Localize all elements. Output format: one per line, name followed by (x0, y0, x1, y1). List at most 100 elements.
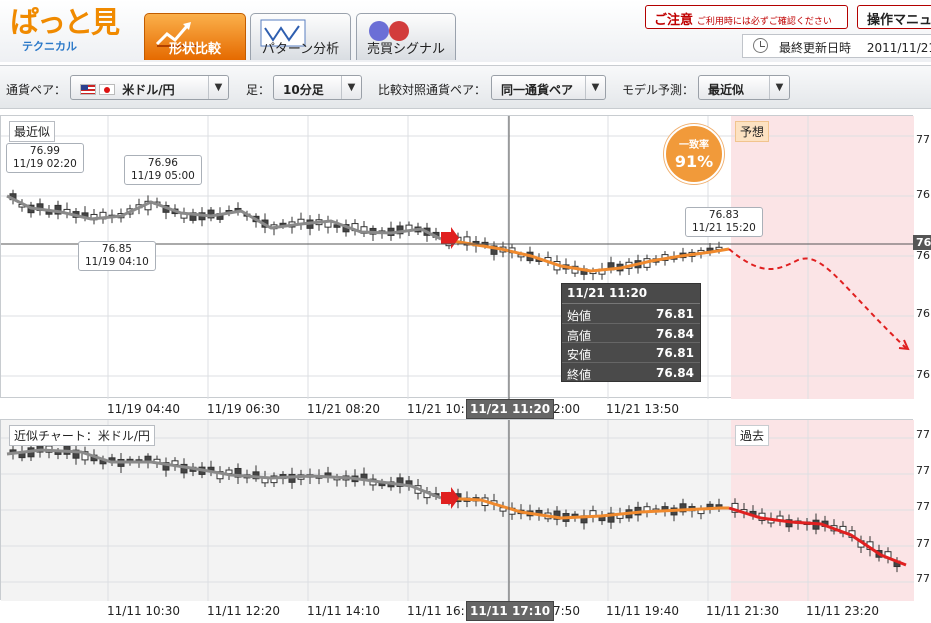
clock-icon (753, 38, 768, 53)
y-tick-label: 77 (916, 537, 930, 550)
price-callout: 76.85 11/19 04:10 (78, 241, 156, 271)
bottom-x-axis: 11/11 10:30 11/11 12:20 11/11 14:10 11/1… (0, 600, 913, 622)
manual-button[interactable]: 操作マニュ (857, 5, 931, 29)
updated-label: 最終更新日時 (779, 41, 852, 55)
tab-pattern-analysis[interactable]: パターン分析 (250, 13, 351, 60)
tab-shape-compare[interactable]: 形状比較 (144, 13, 246, 60)
candle-body (45, 211, 53, 215)
tooltip-row: 始値 76.81 (562, 304, 700, 324)
bottom-chart-panel[interactable]: 近似チャート：米ドル/円 過去 (0, 419, 914, 601)
updated-value: 2011/11/21 (866, 41, 931, 55)
callout-price: 76.99 (29, 145, 60, 157)
model-label: モデル予測： (622, 83, 695, 97)
top-x-axis: 11/19 04:40 11/19 06:30 11/21 08:20 11/2… (0, 398, 913, 420)
chevron-down-icon: ▼ (769, 76, 789, 99)
x-tick-label: 7:50 (553, 604, 580, 618)
logo-main-text: ぱっと見 (10, 5, 120, 39)
chevron-down-icon: ▼ (208, 76, 228, 99)
period-label: 足： (246, 83, 271, 97)
y-tick-label: 77 (916, 572, 930, 585)
x-tick-label: 11/19 04:40 (107, 402, 180, 416)
tooltip-value: 76.81 (656, 307, 694, 321)
y-tick-label: 77 (916, 500, 930, 513)
jp-flag-icon (99, 84, 115, 95)
tooltip-value: 76.81 (656, 346, 694, 360)
current-price-marker: 76 (913, 235, 931, 250)
price-callout: 76.96 11/19 05:00 (124, 155, 202, 185)
callout-time: 11/19 02:20 (13, 158, 77, 170)
callout-time: 11/21 15:20 (692, 222, 756, 234)
x-tick-label: 11/11 10:30 (107, 604, 180, 618)
us-flag-icon (80, 84, 96, 95)
y-tick-label: 76 (916, 368, 930, 381)
forecast-label: 予想 (735, 121, 770, 142)
x-tick-label: 11/11 12:20 (207, 604, 280, 618)
x-tick-label: 11/19 06:30 (207, 402, 280, 416)
x-tick-label: 2:00 (553, 402, 580, 416)
pair-select[interactable]: 米ドル/円 ▼ (70, 75, 229, 100)
price-callout: 76.99 11/19 02:20 (6, 143, 84, 173)
forecast-shade (731, 116, 914, 399)
x-tick-label: 11/21 13:50 (606, 402, 679, 416)
x-cursor-label: 11/21 11:20 (466, 399, 555, 419)
notice-title: ご注意 (654, 13, 694, 28)
model-select-value: 最近似 (708, 83, 745, 97)
tab-label: 売買シグナル (366, 42, 445, 57)
x-tick-label: 11/11 16: (407, 604, 465, 618)
notice-link[interactable]: ご注意 ご利用時には必ずご確認ください (645, 5, 848, 29)
callout-time: 11/19 04:10 (85, 256, 149, 268)
compare-label: 比較対照通貨ペア： (378, 83, 487, 97)
tooltip-key: 安値 (567, 348, 592, 362)
top-chart-title: 最近似 (9, 121, 56, 142)
tooltip-key: 始値 (567, 309, 592, 323)
tooltip-key: 高値 (567, 328, 592, 343)
tooltip-value: 76.84 (656, 326, 694, 341)
y-tick-label: 77 (916, 133, 930, 146)
pair-select-value: 米ドル/円 (122, 83, 175, 97)
y-tick-label: 76 (916, 249, 930, 262)
x-tick-label: 11/21 08:20 (307, 402, 380, 416)
model-select[interactable]: 最近似 ▼ (698, 75, 790, 100)
compare-select-value: 同一通貨ペア (501, 83, 574, 97)
price-callout: 76.83 11/21 15:20 (685, 207, 763, 237)
match-rate-value: 91% (674, 152, 714, 171)
app-logo[interactable]: ぱっと見 テクニカル (10, 2, 135, 58)
match-rate-badge: 一致率 91% (664, 124, 724, 184)
app-header: ぱっと見 テクニカル 形状比較 パターン分析 売買シグナル ご注意 ご利用時には… (0, 0, 931, 62)
callout-price: 76.85 (101, 243, 132, 255)
x-tick-label: 11/11 21:30 (706, 604, 779, 618)
y-tick-label: 77 (916, 464, 930, 477)
callout-price: 76.83 (708, 209, 739, 221)
logo-sub-text: テクニカル (22, 40, 77, 53)
x-tick-label: 11/11 23:20 (806, 604, 879, 618)
tooltip-time: 11/21 11:20 (562, 284, 700, 304)
tooltip-row: 安値 76.81 (562, 343, 700, 363)
notice-text: ご利用時には必ずご確認ください (696, 17, 832, 27)
last-updated-box: 最終更新日時 2011/11/21 (742, 34, 931, 58)
compare-select[interactable]: 同一通貨ペア ▼ (491, 75, 606, 100)
y-tick-label: 77 (916, 428, 930, 441)
bottom-candlestick-chart[interactable] (1, 420, 914, 601)
chevron-down-icon: ▼ (341, 76, 361, 99)
x-tick-label: 11/11 19:40 (606, 604, 679, 618)
y-tick-label: 76 (916, 188, 930, 201)
settings-toolbar: 通貨ペア： 米ドル/円 ▼ 足： 10分足 ▼ 比較対照通貨ペア： 同一通貨ペア… (0, 65, 931, 109)
tab-label: 形状比較 (168, 42, 221, 57)
chevron-down-icon: ▼ (585, 76, 605, 99)
match-rate-label: 一致率 (679, 140, 709, 151)
tooltip-row: 終値 76.84 (562, 363, 700, 383)
tooltip-value: 76.84 (656, 365, 694, 380)
period-select[interactable]: 10分足 ▼ (273, 75, 362, 100)
pair-label: 通貨ペア： (6, 83, 67, 97)
y-tick-label: 76 (916, 307, 930, 320)
tooltip-row: 高値 76.84 (562, 324, 700, 343)
x-tick-label: 11/11 14:10 (307, 604, 380, 618)
tab-label: パターン分析 (261, 42, 340, 57)
fitted-past-line (6, 194, 442, 241)
period-select-value: 10分足 (283, 83, 324, 97)
tooltip-key: 終値 (567, 367, 592, 382)
tab-trade-signal[interactable]: 売買シグナル (356, 13, 456, 60)
x-cursor-label: 11/11 17:10 (466, 601, 555, 621)
bottom-chart-title: 近似チャート：米ドル/円 (9, 425, 155, 446)
past-label: 過去 (735, 425, 770, 446)
